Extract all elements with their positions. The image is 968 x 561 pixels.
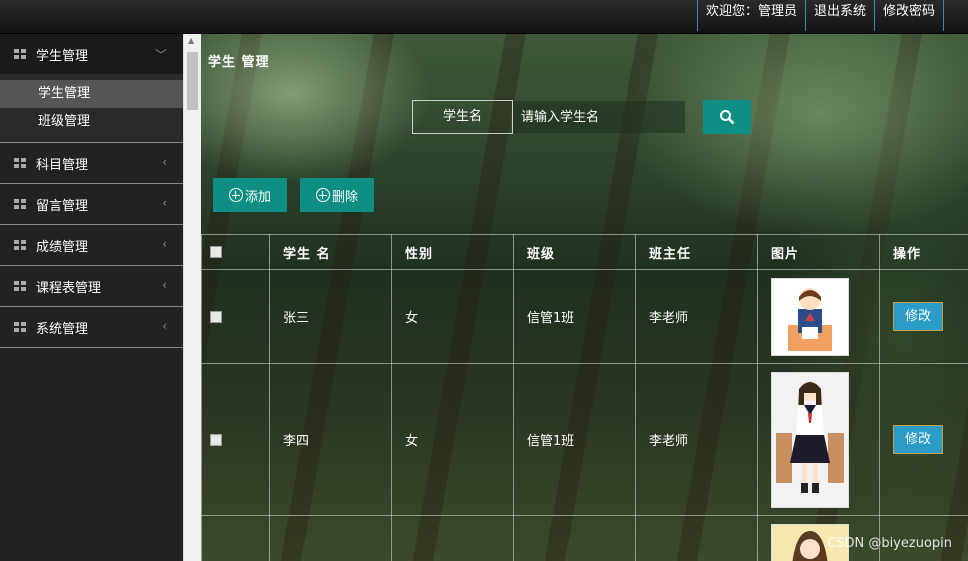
cell-gender: 女 <box>391 363 514 516</box>
top-bar: 欢迎您：管理员 退出系统 修改密码 <box>0 0 968 34</box>
menu-label: 留言管理 <box>36 198 89 214</box>
cell-photo <box>757 269 880 364</box>
chevron-left-icon: ‹ <box>162 319 167 333</box>
row-checkbox[interactable] <box>210 433 222 446</box>
search-button[interactable] <box>703 100 751 134</box>
grid-icon <box>14 240 26 250</box>
plus-circle-icon <box>315 188 330 202</box>
chevron-left-icon: ‹ <box>162 237 167 251</box>
table-row: 李四 女 信管1班 李老师 修改 <box>201 363 968 516</box>
cell-gender <box>391 515 514 561</box>
header-class: 班级 <box>513 234 636 270</box>
cell-photo <box>757 363 880 516</box>
watermark: CSDN @biyezuopin <box>827 536 952 551</box>
change-password-link[interactable]: 修改密码 <box>873 0 944 31</box>
menu-group-timetable: 课程表管理 ‹ <box>0 266 183 307</box>
menu-label: 课程表管理 <box>36 280 102 296</box>
student-table: 学生 名 性别 班级 班主任 图片 操作 张三 女 信管1班 李老师 修改 李四… <box>201 234 968 561</box>
search-input[interactable] <box>513 101 685 133</box>
cell-class: 信管1班 <box>513 363 636 516</box>
menu-head-timetable[interactable]: 课程表管理 ‹ <box>0 266 183 306</box>
grid-icon <box>14 322 26 332</box>
search-icon <box>720 110 735 125</box>
delete-button-label: 删除 <box>331 189 358 205</box>
edit-button[interactable]: 修改 <box>893 425 943 454</box>
header-teacher: 班主任 <box>635 234 758 270</box>
plus-circle-icon <box>228 188 243 202</box>
select-all-checkbox[interactable] <box>210 246 222 258</box>
row-checkbox[interactable] <box>210 310 222 323</box>
edit-button[interactable]: 修改 <box>893 302 943 331</box>
chevron-left-icon: ‹ <box>162 155 167 169</box>
menu-label: 科目管理 <box>36 157 89 173</box>
scroll-up-icon[interactable]: ▲ <box>188 36 194 45</box>
delete-button[interactable]: 删除 <box>300 178 374 212</box>
cell-gender: 女 <box>391 269 514 364</box>
menu-group-system: 系统管理 ‹ <box>0 307 183 348</box>
header-photo: 图片 <box>757 234 880 270</box>
cell-action: 修改 <box>879 269 968 364</box>
page-title: 学生 管理 <box>208 55 270 70</box>
cell-name <box>269 515 392 561</box>
cell-teacher: 李老师 <box>635 363 758 516</box>
sidebar-item-student-manage[interactable]: 学生管理 <box>0 80 183 108</box>
top-links: 欢迎您：管理员 退出系统 修改密码 <box>696 0 944 31</box>
grid-icon <box>14 158 26 168</box>
cell-teacher: 李老师 <box>635 269 758 364</box>
cell-name: 李四 <box>269 363 392 516</box>
grid-icon <box>14 49 26 59</box>
add-button[interactable]: 添加 <box>213 178 287 212</box>
menu-group-subject: 科目管理 ‹ <box>0 143 183 184</box>
cell-teacher <box>635 515 758 561</box>
menu-group-message: 留言管理 ‹ <box>0 184 183 225</box>
grid-icon <box>14 199 26 209</box>
chevron-left-icon: ‹ <box>162 196 167 210</box>
table-header-row: 学生 名 性别 班级 班主任 图片 操作 <box>201 234 968 270</box>
chevron-left-icon: ‹ <box>162 278 167 292</box>
menu-head-score[interactable]: 成绩管理 ‹ <box>0 225 183 265</box>
main-content: 学生 管理 学生名 添加 删除 学生 名 性别 班级 班主任 图片 操作 张三 … <box>201 34 968 561</box>
row-checkbox-cell <box>201 269 270 364</box>
row-checkbox-cell <box>201 515 270 561</box>
cell-action: 修改 <box>879 363 968 516</box>
menu-head-message[interactable]: 留言管理 ‹ <box>0 184 183 224</box>
cell-class: 信管1班 <box>513 269 636 364</box>
cell-class <box>513 515 636 561</box>
menu-label: 成绩管理 <box>36 239 89 255</box>
row-checkbox-cell <box>201 363 270 516</box>
sidebar-scrollbar[interactable]: ▲ <box>183 34 201 561</box>
sidebar: 学生管理 ﹀ 学生管理 班级管理 科目管理 ‹ 留言管理 ‹ 成绩管理 ‹ 课程… <box>0 34 183 561</box>
menu-group-student: 学生管理 ﹀ 学生管理 班级管理 <box>0 34 183 143</box>
header-gender: 性别 <box>391 234 514 270</box>
scroll-thumb[interactable] <box>187 52 198 110</box>
header-name: 学生 名 <box>269 234 392 270</box>
table-row: 张三 女 信管1班 李老师 修改 <box>201 269 968 364</box>
header-checkbox-cell <box>201 234 270 270</box>
menu-head-system[interactable]: 系统管理 ‹ <box>0 307 183 347</box>
submenu-student: 学生管理 班级管理 <box>0 74 183 142</box>
chevron-down-icon: ﹀ <box>154 48 167 62</box>
student-photo[interactable] <box>771 277 849 356</box>
menu-head-subject[interactable]: 科目管理 ‹ <box>0 143 183 183</box>
grid-icon <box>14 281 26 291</box>
menu-head-student[interactable]: 学生管理 ﹀ <box>0 34 183 74</box>
header-action: 操作 <box>879 234 968 270</box>
cell-name: 张三 <box>269 269 392 364</box>
sidebar-item-class-manage[interactable]: 班级管理 <box>0 108 183 136</box>
welcome-user-link[interactable]: 欢迎您：管理员 <box>696 0 805 31</box>
student-photo[interactable] <box>771 371 849 508</box>
menu-group-score: 成绩管理 ‹ <box>0 225 183 266</box>
menu-label: 系统管理 <box>36 321 89 337</box>
add-button-label: 添加 <box>244 189 271 205</box>
search-label: 学生名 <box>412 100 513 134</box>
menu-label: 学生管理 <box>36 48 89 64</box>
logout-link[interactable]: 退出系统 <box>804 0 874 31</box>
